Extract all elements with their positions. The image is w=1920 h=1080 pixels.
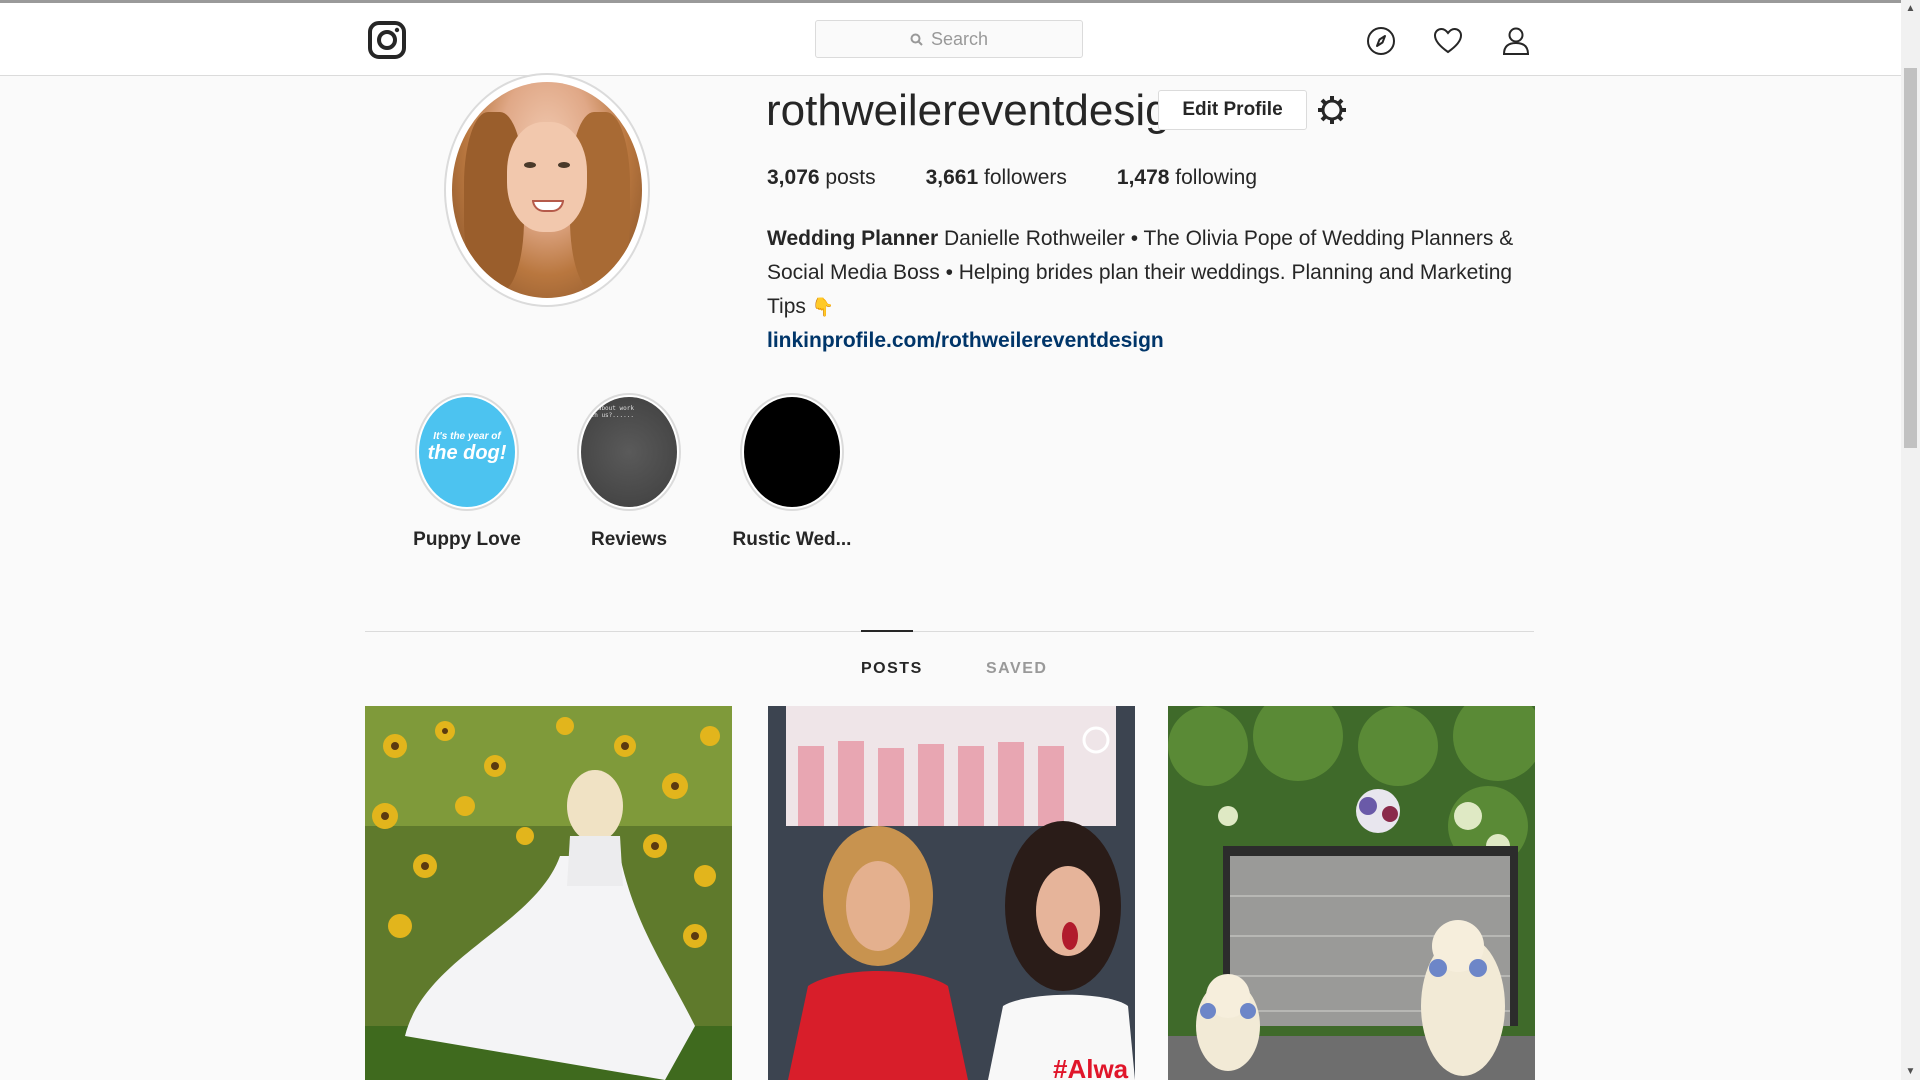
followers-label: followers <box>984 166 1067 189</box>
tab-saved[interactable]: SAVED <box>986 660 1047 678</box>
search-input[interactable]: Search <box>815 20 1083 58</box>
avatar-photo <box>452 82 642 298</box>
scroll-up-icon[interactable]: ▲ <box>1901 0 1920 17</box>
highlight-cover <box>744 397 840 507</box>
user-icon[interactable] <box>1500 25 1532 57</box>
following-stat[interactable]: 1,478 following <box>1117 166 1257 190</box>
heart-icon[interactable] <box>1432 25 1464 57</box>
top-navbar: Search <box>0 3 1901 76</box>
followers-count: 3,661 <box>925 166 979 189</box>
posts-count: 3,076 <box>767 166 820 189</box>
highlight-puppy-love[interactable]: It's the year of the dog! Puppy Love <box>407 393 527 551</box>
highlight-cover: ng about work ith us?...... <box>581 397 677 507</box>
post-overlay-text: #Alwa <box>1053 1054 1129 1080</box>
compass-icon[interactable] <box>1365 25 1397 57</box>
search-icon <box>910 33 923 46</box>
post-two-women-video[interactable]: #Alwa <box>768 706 1135 1080</box>
highlight-label: Reviews <box>590 529 668 550</box>
highlight-cover-ring[interactable] <box>740 393 844 511</box>
search-placeholder: Search <box>930 28 989 49</box>
pointing-down-icon: 👇 <box>811 297 835 317</box>
highlight-label: Puppy Love <box>413 529 521 550</box>
profile-avatar[interactable] <box>444 73 650 307</box>
tab-posts[interactable]: POSTS <box>861 660 923 678</box>
profile-bio: Wedding Planner Danielle Rothweiler • Th… <box>767 222 1547 358</box>
tabs-divider <box>365 631 1534 632</box>
post-image: #Alwa <box>768 706 1135 1080</box>
highlight-label: Rustic Wed... <box>732 529 852 550</box>
highlight-cover: It's the year of the dog! <box>419 397 515 507</box>
scrollbar-thumb[interactable] <box>1904 68 1917 448</box>
highlight-cover-ring[interactable]: It's the year of the dog! <box>415 393 519 511</box>
page-scrollbar[interactable]: ▲ ▼ <box>1901 0 1920 1080</box>
post-image <box>365 706 732 1080</box>
highlight-cover-big-text: the dog! <box>427 442 507 464</box>
profile-username: rothweilereventdesign <box>766 86 1195 135</box>
following-label: following <box>1175 166 1258 189</box>
highlight-cover-text: ng about work ith us?...... <box>587 405 634 419</box>
instagram-icon[interactable] <box>367 20 407 60</box>
gear-icon[interactable] <box>1315 93 1349 127</box>
bio-link[interactable]: linkinprofile.com/rothweilereventdesign <box>767 324 1547 358</box>
profile-stats: 3,076 posts 3,661 followers 1,478 follow… <box>767 166 1307 190</box>
edit-profile-button[interactable]: Edit Profile <box>1158 90 1307 130</box>
post-dogs-bar[interactable] <box>1168 706 1535 1080</box>
highlight-reviews[interactable]: ng about work ith us?...... Reviews <box>569 393 689 551</box>
post-bride-sunflowers[interactable] <box>365 706 732 1080</box>
posts-stat: 3,076 posts <box>767 166 876 190</box>
bio-title: Wedding Planner <box>767 227 939 250</box>
highlight-rustic-wed[interactable]: Rustic Wed... <box>732 393 852 551</box>
posts-label: posts <box>825 166 876 189</box>
following-count: 1,478 <box>1116 166 1170 189</box>
scroll-down-icon[interactable]: ▼ <box>1901 1063 1920 1080</box>
highlight-cover-ring[interactable]: ng about work ith us?...... <box>577 393 681 511</box>
post-image <box>1168 706 1535 1080</box>
followers-stat[interactable]: 3,661 followers <box>926 166 1067 190</box>
active-tab-indicator <box>861 630 913 632</box>
highlight-cover-small-text: It's the year of <box>433 431 501 442</box>
